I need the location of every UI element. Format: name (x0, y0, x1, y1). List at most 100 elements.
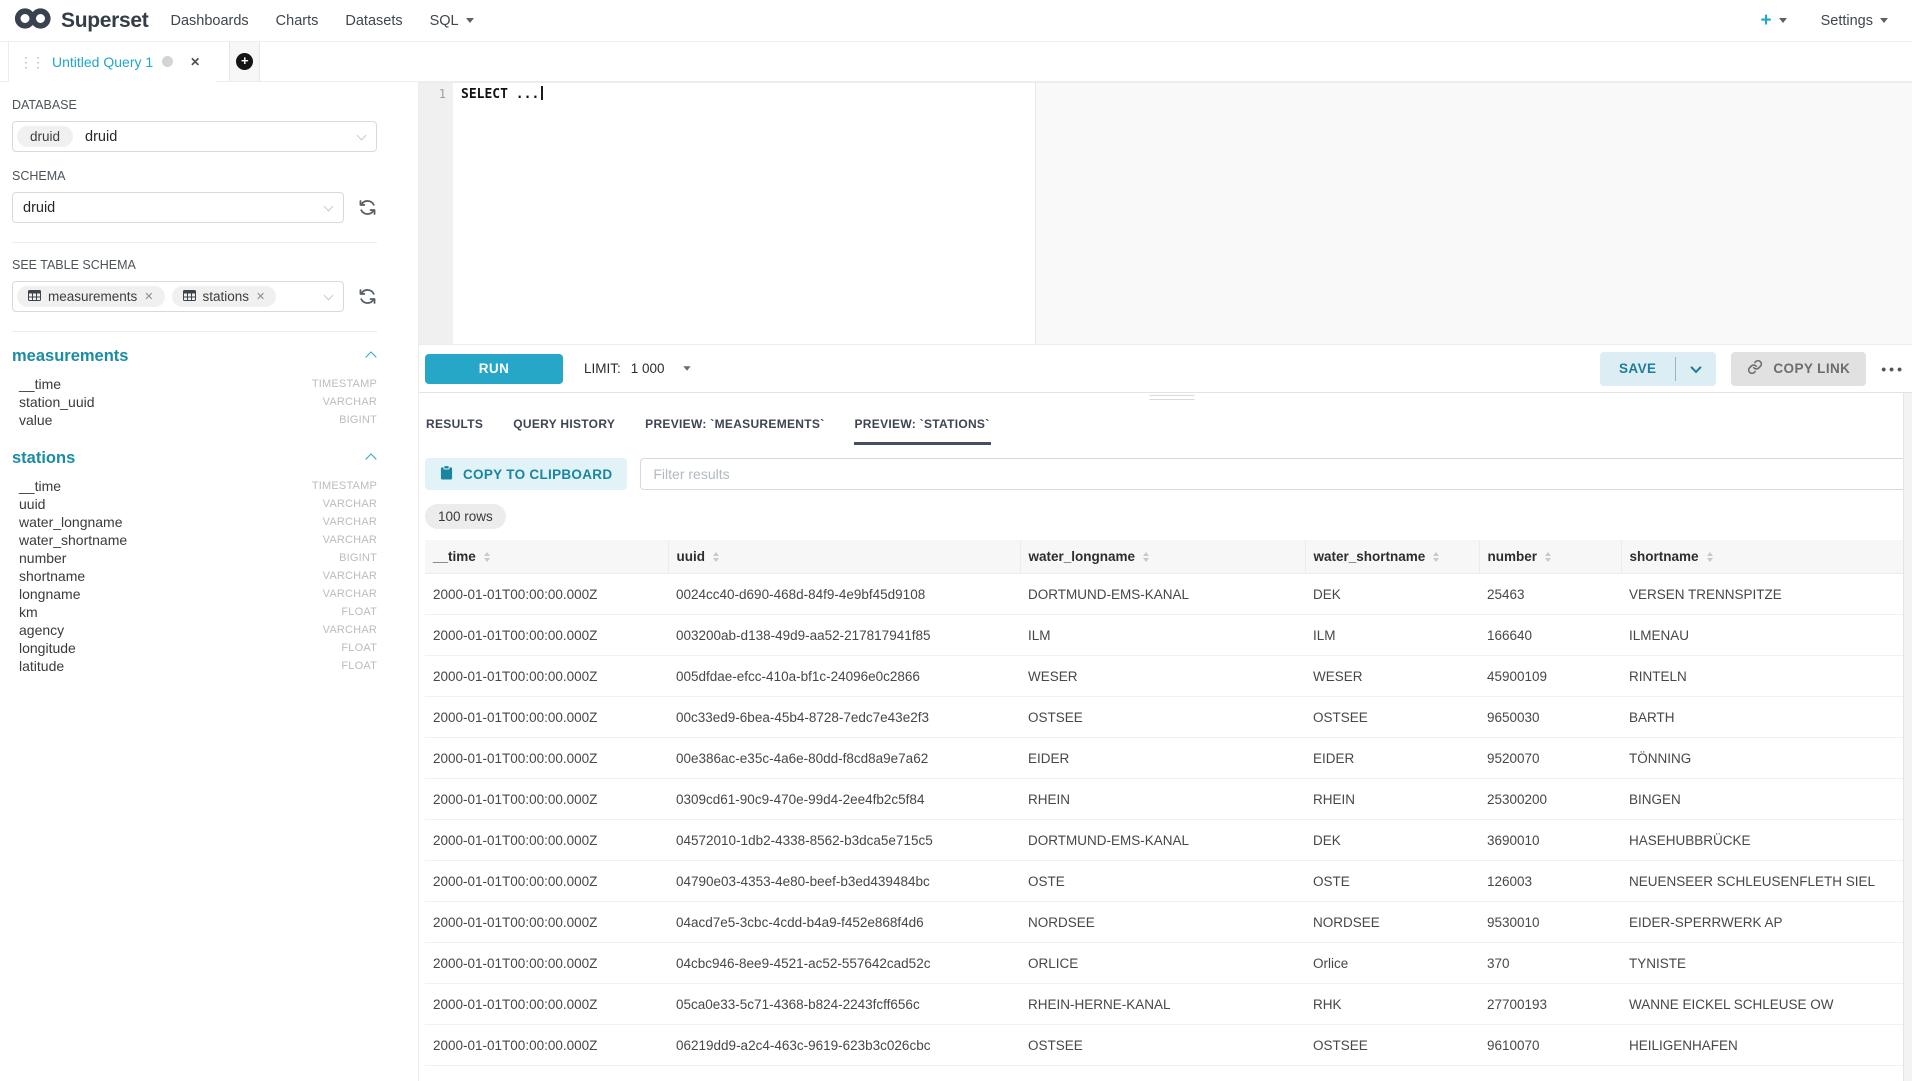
nav-item-charts[interactable]: Charts (276, 13, 319, 29)
sort-icon[interactable] (484, 552, 490, 562)
remove-pill-icon[interactable]: ✕ (144, 290, 153, 303)
limit-label: LIMIT: (584, 361, 621, 376)
refresh-schema-icon[interactable] (357, 198, 377, 218)
table-cell: 2000-01-01T00:00:00.000Z (425, 697, 668, 738)
schema-select[interactable]: druid (12, 192, 344, 223)
column-header[interactable]: water_shortname (1305, 540, 1479, 574)
table-cell: 06219dd9-a2c4-463c-9619-623b3c026cbc (668, 1025, 1020, 1066)
table-cell: 9650030 (1479, 697, 1621, 738)
limit-dropdown[interactable]: LIMIT: 1 000 (584, 361, 691, 376)
table-pill-measurements[interactable]: measurements ✕ (17, 286, 165, 307)
divider (12, 242, 377, 243)
schema-tables: measurements __time TIMESTAMP station_uu… (12, 347, 377, 675)
tab-preview-stations[interactable]: PREVIEW: `STATIONS` (854, 411, 991, 445)
table-cell: OSTSEE (1305, 1025, 1479, 1066)
close-icon[interactable]: ✕ (190, 55, 200, 69)
chevron-down-icon (357, 131, 367, 141)
column-header-label: water_longname (1029, 549, 1136, 564)
tab-results[interactable]: RESULTS (425, 411, 484, 445)
table-cell: 166640 (1479, 615, 1621, 656)
copy-to-clipboard-button[interactable]: COPY TO CLIPBOARD (425, 458, 627, 490)
table-column-row: value BIGINT (12, 411, 377, 429)
table-name[interactable]: stations (12, 449, 75, 468)
sort-icon[interactable] (713, 552, 719, 562)
sql-editor[interactable]: 1 SELECT ... (419, 82, 1912, 345)
row-count-badge: 100 rows (425, 504, 506, 529)
code-text: SELECT ... (461, 87, 539, 102)
tab-preview-measurements[interactable]: PREVIEW: `MEASUREMENTS` (644, 411, 825, 445)
chevron-up-icon[interactable] (365, 453, 376, 464)
table-cell: 04acd7e5-3cbc-4cdd-b4a9-f452e868f4d6 (668, 902, 1020, 943)
superset-brand[interactable]: Superset (14, 6, 148, 36)
tab-query-history[interactable]: QUERY HISTORY (512, 411, 616, 445)
column-header[interactable]: water_longname (1020, 540, 1305, 574)
table-cell: RHEIN (1020, 779, 1305, 820)
table-cell: 00c33ed9-6bea-45b4-8728-7edc7e43e2f3 (668, 697, 1020, 738)
copy-link-button[interactable]: COPY LINK (1731, 352, 1866, 386)
sort-icon[interactable] (1433, 552, 1439, 562)
table-cell: NORDSEE (1020, 902, 1305, 943)
column-header[interactable]: number (1479, 540, 1621, 574)
column-header[interactable]: shortname (1621, 540, 1907, 574)
nav-item-sql[interactable]: SQL (430, 13, 474, 29)
run-button[interactable]: RUN (425, 354, 563, 384)
save-button[interactable]: SAVE (1600, 352, 1675, 386)
scrollbar[interactable] (1903, 393, 1912, 1081)
table-column-row: latitude FLOAT (12, 657, 377, 675)
add-query-tab-button[interactable]: + (229, 42, 260, 81)
results-table: __timeuuid water_longname water_shortnamen… (425, 540, 1907, 1066)
nav-item-datasets[interactable]: Datasets (345, 13, 402, 29)
table-cell: 9610070 (1479, 1025, 1621, 1066)
editor-code[interactable]: SELECT ... (453, 83, 543, 344)
table-cell: WANNE EICKEL SCHLEUSE OW (1621, 984, 1907, 1025)
sort-icon[interactable] (1707, 552, 1713, 562)
table-cell: Orlice (1305, 943, 1479, 984)
table-pill-stations[interactable]: stations ✕ (172, 286, 277, 307)
table-cell: 04cbc946-8ee9-4521-ac52-557642cad52c (668, 943, 1020, 984)
table-cell: 370 (1479, 943, 1621, 984)
plus-circle-icon: + (236, 53, 253, 70)
chevron-down-icon (324, 202, 334, 212)
remove-pill-icon[interactable]: ✕ (256, 290, 265, 303)
sql-toolbar: RUN LIMIT: 1 000 SAVE (419, 345, 1912, 393)
column-header[interactable]: uuid (668, 540, 1020, 574)
table-cell: 0024cc40-d690-468d-84f9-4e9bf45d9108 (668, 574, 1020, 615)
query-tab-active[interactable]: ⋮⋮ Untitled Query 1 ✕ (8, 42, 216, 82)
refresh-tables-icon[interactable] (357, 287, 377, 307)
settings-menu[interactable]: Settings (1821, 13, 1888, 29)
table-cell: HEILIGENHAFEN (1621, 1025, 1907, 1066)
column-type: BIGINT (339, 413, 377, 428)
table-cell: RHEIN (1305, 779, 1479, 820)
brand-name: Superset (61, 9, 148, 33)
table-column-row: longitude FLOAT (12, 639, 377, 657)
editor-gutter: 1 (419, 83, 453, 344)
chevron-up-icon[interactable] (365, 351, 376, 362)
more-menu-icon[interactable]: ••• (1881, 361, 1905, 377)
save-options-button[interactable] (1676, 352, 1716, 386)
table-cell: 04572010-1db2-4338-8562-b3dca5e715c5 (668, 820, 1020, 861)
pane-resize-handle[interactable] (419, 393, 1912, 403)
sort-icon[interactable] (1545, 552, 1551, 562)
table-name[interactable]: measurements (12, 347, 128, 366)
nav-item-dashboards[interactable]: Dashboards (170, 13, 248, 29)
table-pill-label: stations (203, 289, 250, 304)
table-schema-select[interactable]: measurements ✕ stations ✕ (12, 281, 344, 312)
table-cell: DEK (1305, 820, 1479, 861)
column-header[interactable]: __time (425, 540, 668, 574)
new-item-button[interactable]: + (1760, 11, 1786, 30)
drag-dots-icon[interactable]: ⋮⋮ (19, 55, 43, 69)
schema-value: druid (23, 200, 55, 216)
database-select[interactable]: druid druid (12, 121, 377, 152)
see-table-schema-label: SEE TABLE SCHEMA (12, 258, 377, 272)
copy-link-label: COPY LINK (1773, 361, 1850, 376)
filter-results-input[interactable] (640, 458, 1907, 490)
sort-icon[interactable] (1143, 552, 1149, 562)
table-cell: 04790e03-4353-4e80-beef-b3ed439484bc (668, 861, 1020, 902)
table-cell: RINTELN (1621, 656, 1907, 697)
database-label: DATABASE (12, 98, 377, 112)
superset-logo-icon (14, 6, 52, 36)
column-name: station_uuid (19, 395, 95, 410)
table-cell: 2000-01-01T00:00:00.000Z (425, 656, 668, 697)
nav-item-sql-label: SQL (430, 13, 459, 29)
table-icon (28, 289, 41, 304)
